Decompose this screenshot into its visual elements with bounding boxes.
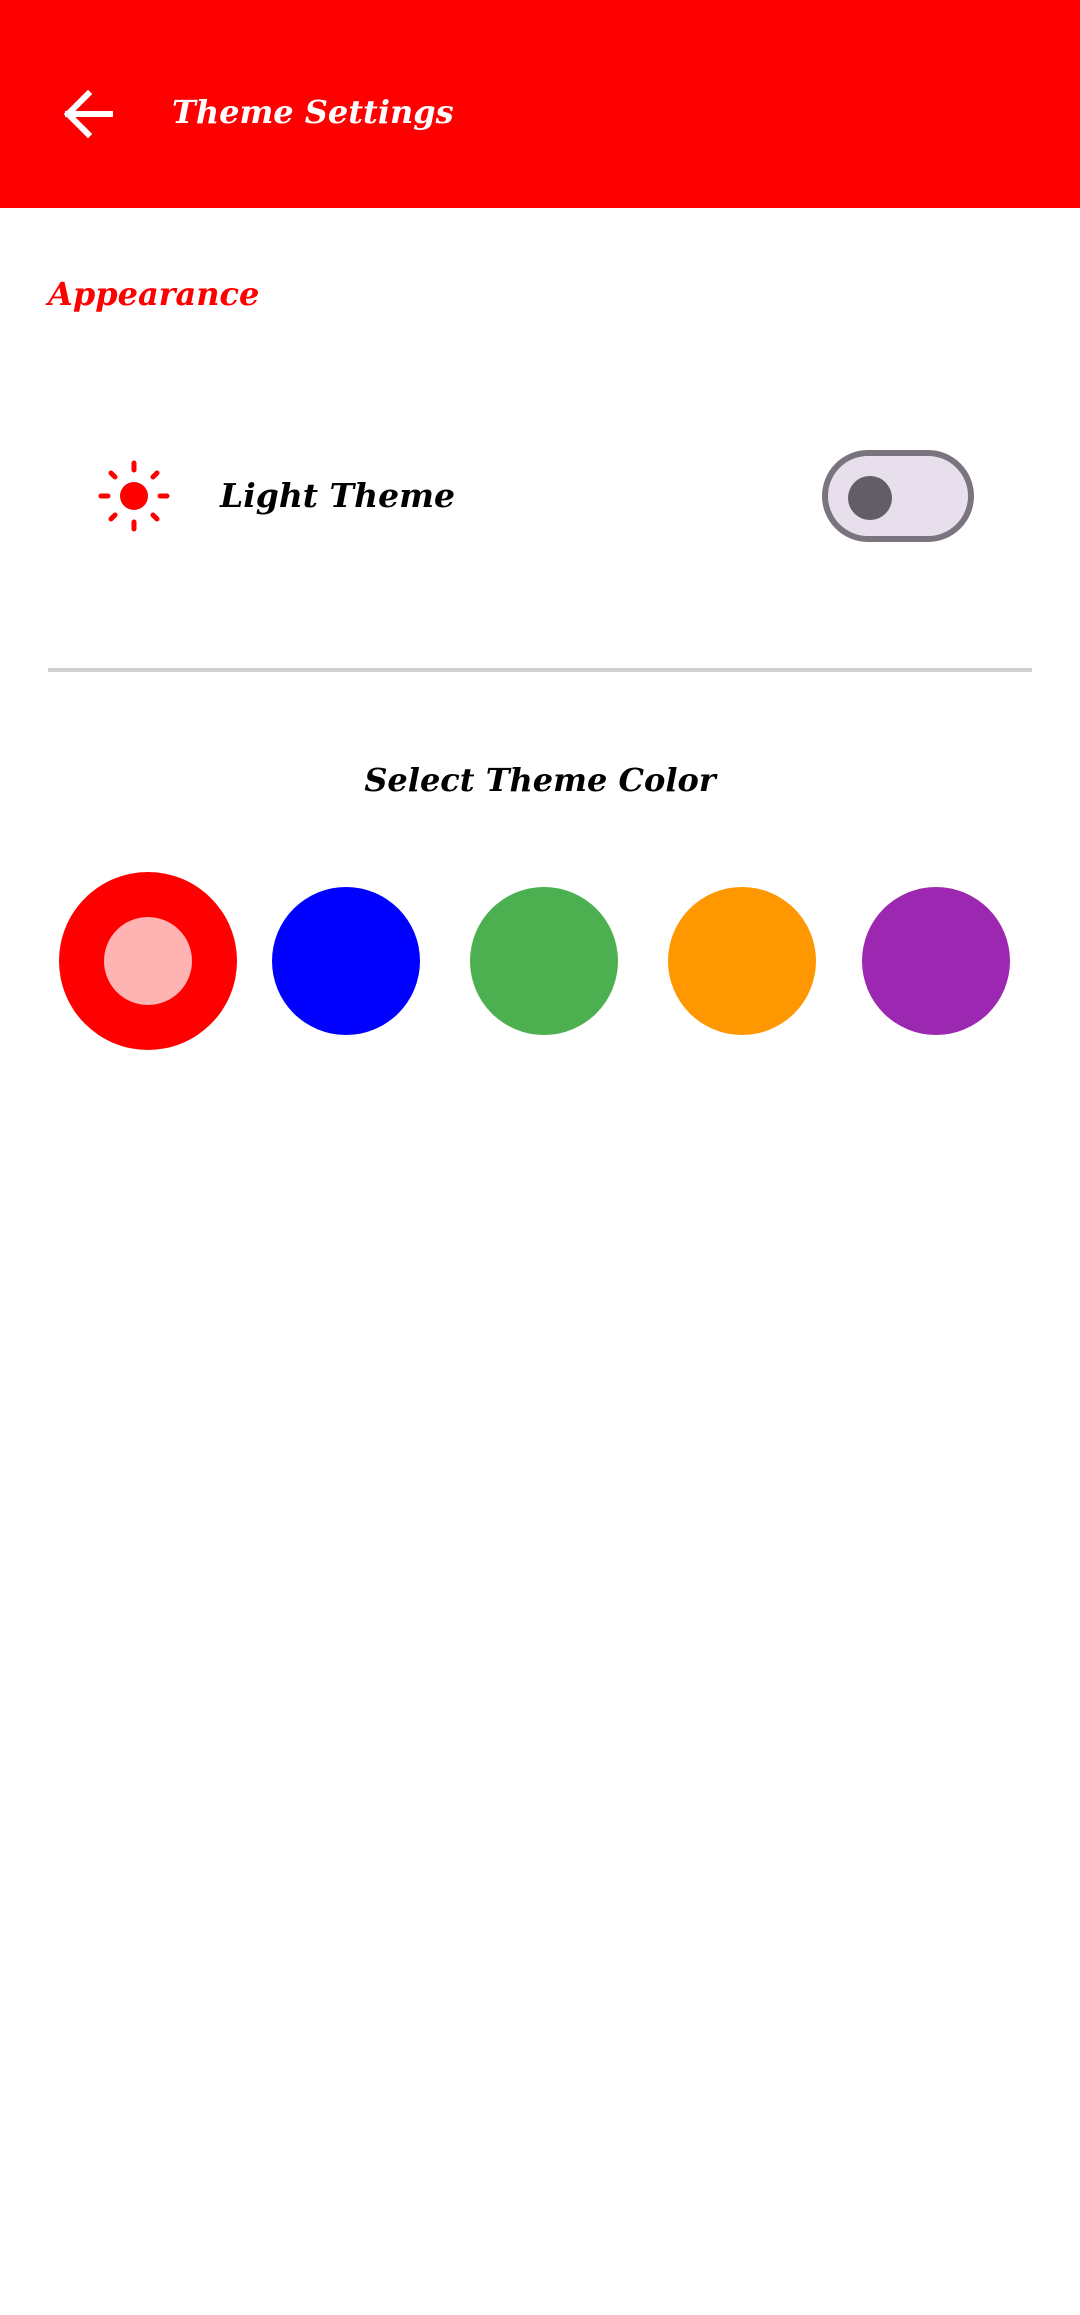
toggle-thumb [848,476,892,520]
app-bar: Theme Settings [0,0,1080,208]
sun-icon [98,460,170,532]
color-swatch-red[interactable] [59,872,237,1050]
light-theme-row[interactable]: Light Theme [48,420,1032,580]
divider [48,668,1032,672]
color-swatch-green[interactable] [470,887,618,1035]
color-swatch-blue[interactable] [272,887,420,1035]
theme-toggle-switch[interactable] [822,450,974,542]
arrow-left-icon [63,89,113,139]
light-theme-label: Light Theme [220,476,455,515]
section-title-appearance: Appearance [48,275,260,313]
color-swatch-purple[interactable] [862,887,1010,1035]
selected-indicator [104,917,192,1005]
select-theme-color-heading: Select Theme Color [364,761,716,799]
back-button[interactable] [52,78,124,150]
page-title: Theme Settings [172,93,454,131]
color-swatch-orange[interactable] [668,887,816,1035]
